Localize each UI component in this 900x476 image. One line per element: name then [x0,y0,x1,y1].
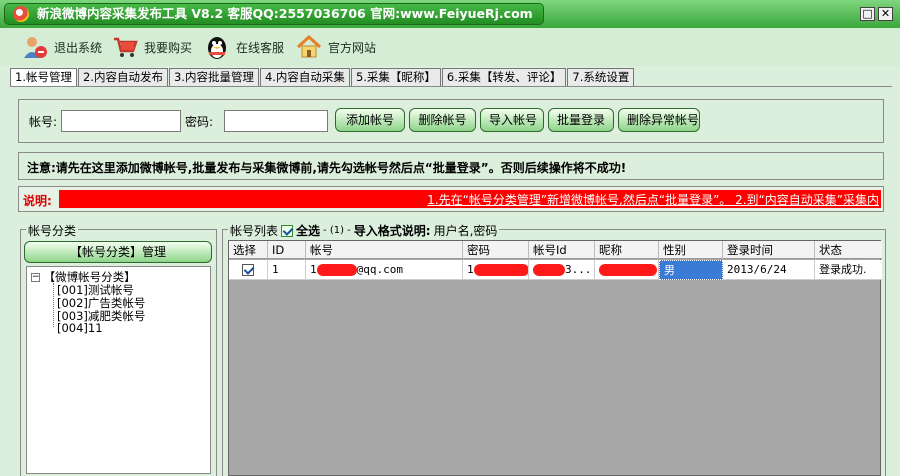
account-input[interactable] [61,110,181,132]
toolbar: 退出系统 我要购买 在线客服 官方网站 [0,28,900,66]
tab-divider [10,86,892,87]
exit-system-button[interactable]: 退出系统 [22,32,102,62]
row-select-cell[interactable] [229,260,268,280]
col-status[interactable]: 状态 [815,241,882,259]
col-login-time[interactable]: 登录时间 [723,241,815,259]
window-title-text: 新浪微博内容采集发布工具 V8.2 客服QQ:2557036706 官网:www… [37,6,533,21]
main-tabs: 1.帐号管理 2.内容自动发布 3.内容批量管理 4.内容自动采集 5.采集【昵… [10,68,635,87]
tab-auto-publish[interactable]: 2.内容自动发布 [77,68,168,86]
table-row[interactable]: 1 1 @qq.com 1 3... 男 2013/6/24 登录成功. [229,260,882,280]
tree-item-11[interactable]: [004]11 [57,321,103,335]
category-group-title: 帐号分类 [26,222,79,239]
password-label: 密码: [185,115,214,129]
col-select[interactable]: 选择 [229,241,268,259]
account-count: - (1) - [323,225,351,236]
minimize-button[interactable]: □ [860,7,875,21]
redaction-mark [599,264,657,276]
official-website-button[interactable]: 官方网站 [296,32,376,62]
row-nickname [595,260,659,280]
add-account-button[interactable]: 添加帐号 [335,108,405,132]
col-account[interactable]: 帐号 [306,241,463,259]
tab-auto-collect[interactable]: 4.内容自动采集 [259,68,350,86]
explain-marquee: 1.先在“帐号分类管理”新增微博帐号,然后点“批量登录”。 2.到“内容自动采集… [59,190,881,208]
password-input[interactable] [224,110,328,132]
format-label: 导入格式说明: [353,224,431,238]
home-icon [296,34,322,60]
col-id[interactable]: ID [268,241,306,259]
select-all-checkbox[interactable] [281,224,294,237]
exit-label: 退出系统 [54,40,103,55]
website-label: 官方网站 [328,40,377,55]
account-list-header: 帐号列表 全选 - (1) - 导入格式说明: 用户名,密码 [228,222,500,239]
row-checkbox[interactable] [242,264,254,276]
exit-person-icon [22,34,48,60]
notice-panel: 注意:请先在这里添加微博帐号,批量发布与采集微博前,请先勾选帐号然后点“批量登录… [18,152,884,180]
delete-abnormal-button[interactable]: 删除异常帐号 [618,108,700,132]
delete-account-button[interactable]: 删除帐号 [409,108,476,132]
online-service-button[interactable]: 在线客服 [204,32,284,62]
notice-text: 注意:请先在这里添加微博帐号,批量发布与采集微博前,请先勾选帐号然后点“批量登录… [27,161,627,175]
tab-system-settings[interactable]: 7.系统设置 [567,68,635,86]
tab-account-management[interactable]: 1.帐号管理 [10,68,77,87]
buy-button[interactable]: 我要购买 [112,32,192,62]
account-form-panel: 帐号: 密码: 添加帐号 删除帐号 导入帐号 批量登录 删除异常帐号 [18,99,884,143]
collapse-icon[interactable]: − [31,273,40,282]
qq-penguin-icon [204,34,230,60]
explain-panel: 说明: 1.先在“帐号分类管理”新增微博帐号,然后点“批量登录”。 2.到“内容… [18,186,884,212]
col-account-id[interactable]: 帐号Id [529,241,595,259]
app-logo-icon [13,6,29,22]
buy-label: 我要购买 [144,40,193,55]
row-status: 登录成功. [819,263,867,276]
password-prefix: 1 [467,263,474,276]
batch-login-button[interactable]: 批量登录 [548,108,614,132]
redaction-mark [533,264,565,276]
row-login-time: 2013/6/24 [723,260,815,280]
redaction-mark [316,264,357,276]
account-list-title: 帐号列表 [230,224,279,238]
row-password: 1 [463,260,529,280]
account-suffix: @qq.com [356,263,403,276]
table-header: 选择 ID 帐号 密码 帐号Id 昵称 性别 登录时间 状态 [229,241,882,259]
tree-line [53,283,54,327]
redaction-mark [473,264,528,276]
account-table[interactable]: 选择 ID 帐号 密码 帐号Id 昵称 性别 登录时间 状态 1 1 @qq.co… [228,240,882,476]
explain-label: 说明: [23,194,52,208]
col-password[interactable]: 密码 [463,241,529,259]
shopping-cart-icon [112,34,138,60]
account-id-suffix: 3... [565,263,592,276]
category-manage-button[interactable]: 【帐号分类】管理 [24,241,212,263]
explain-text: 1.先在“帐号分类管理”新增微博帐号,然后点“批量登录”。 2.到“内容自动采集… [427,193,879,207]
tab-collect-nickname[interactable]: 5.采集【昵称】 [350,68,441,86]
col-nickname[interactable]: 昵称 [595,241,659,259]
select-all-label[interactable]: 全选 [296,222,320,239]
row-account: 1 @qq.com [306,260,463,280]
account-prefix: 1 [310,263,317,276]
row-id: 1 [268,260,306,280]
col-gender[interactable]: 性别 [659,241,723,259]
window-title: 新浪微博内容采集发布工具 V8.2 客服QQ:2557036706 官网:www… [4,3,544,25]
row-gender[interactable]: 男 [659,260,723,280]
title-bar: 新浪微博内容采集发布工具 V8.2 客服QQ:2557036706 官网:www… [0,0,900,28]
row-account-id: 3... [529,260,595,280]
close-button[interactable]: ✕ [878,7,893,21]
import-account-button[interactable]: 导入帐号 [480,108,544,132]
category-tree: − 【微博帐号分类】 [001]测试帐号 [002]广告类帐号 [003]减肥类… [26,266,211,474]
format-value: 用户名,密码 [433,224,498,238]
account-label: 帐号: [29,115,58,129]
service-label: 在线客服 [236,40,285,55]
tab-batch-manage[interactable]: 3.内容批量管理 [168,68,259,86]
tab-collect-repost-comment[interactable]: 6.采集【转发、评论】 [441,68,567,86]
